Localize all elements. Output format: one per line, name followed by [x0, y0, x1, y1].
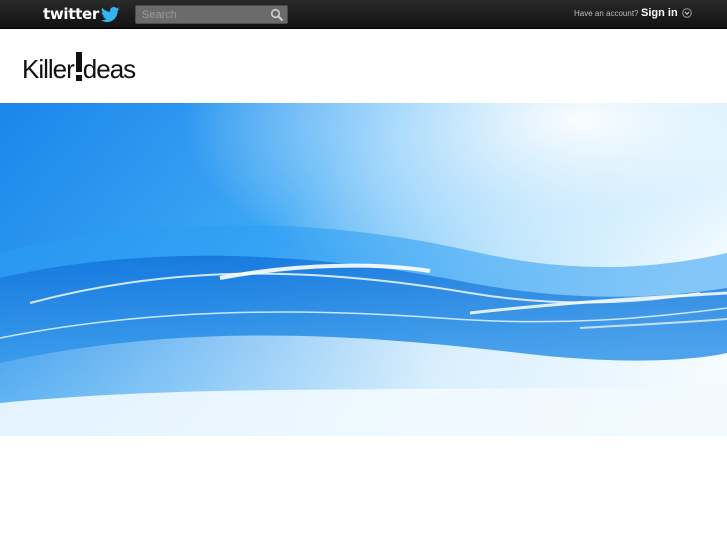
account-prompt: Have an account? [574, 9, 639, 18]
search-box [135, 5, 288, 24]
brand-text: twitter [43, 5, 99, 23]
sign-in-button[interactable]: Sign in [641, 7, 692, 19]
logo-text-right: deas [82, 54, 136, 84]
sign-in-label: Sign in [641, 7, 678, 19]
blue-wave-image [0, 103, 727, 436]
search-icon[interactable] [270, 8, 284, 22]
search-input[interactable] [136, 6, 272, 23]
top-navigation-bar: twitter Have an account? Sign in [0, 0, 727, 29]
bird-icon [100, 6, 120, 22]
chevron-down-icon [681, 8, 692, 18]
background-banner [0, 103, 727, 436]
logo-text-left: Killer [22, 54, 75, 84]
twitter-logo-link[interactable]: twitter [43, 4, 120, 24]
killer-ideas-logo: Killer deas [22, 52, 136, 84]
exclamation-icon [75, 52, 82, 82]
